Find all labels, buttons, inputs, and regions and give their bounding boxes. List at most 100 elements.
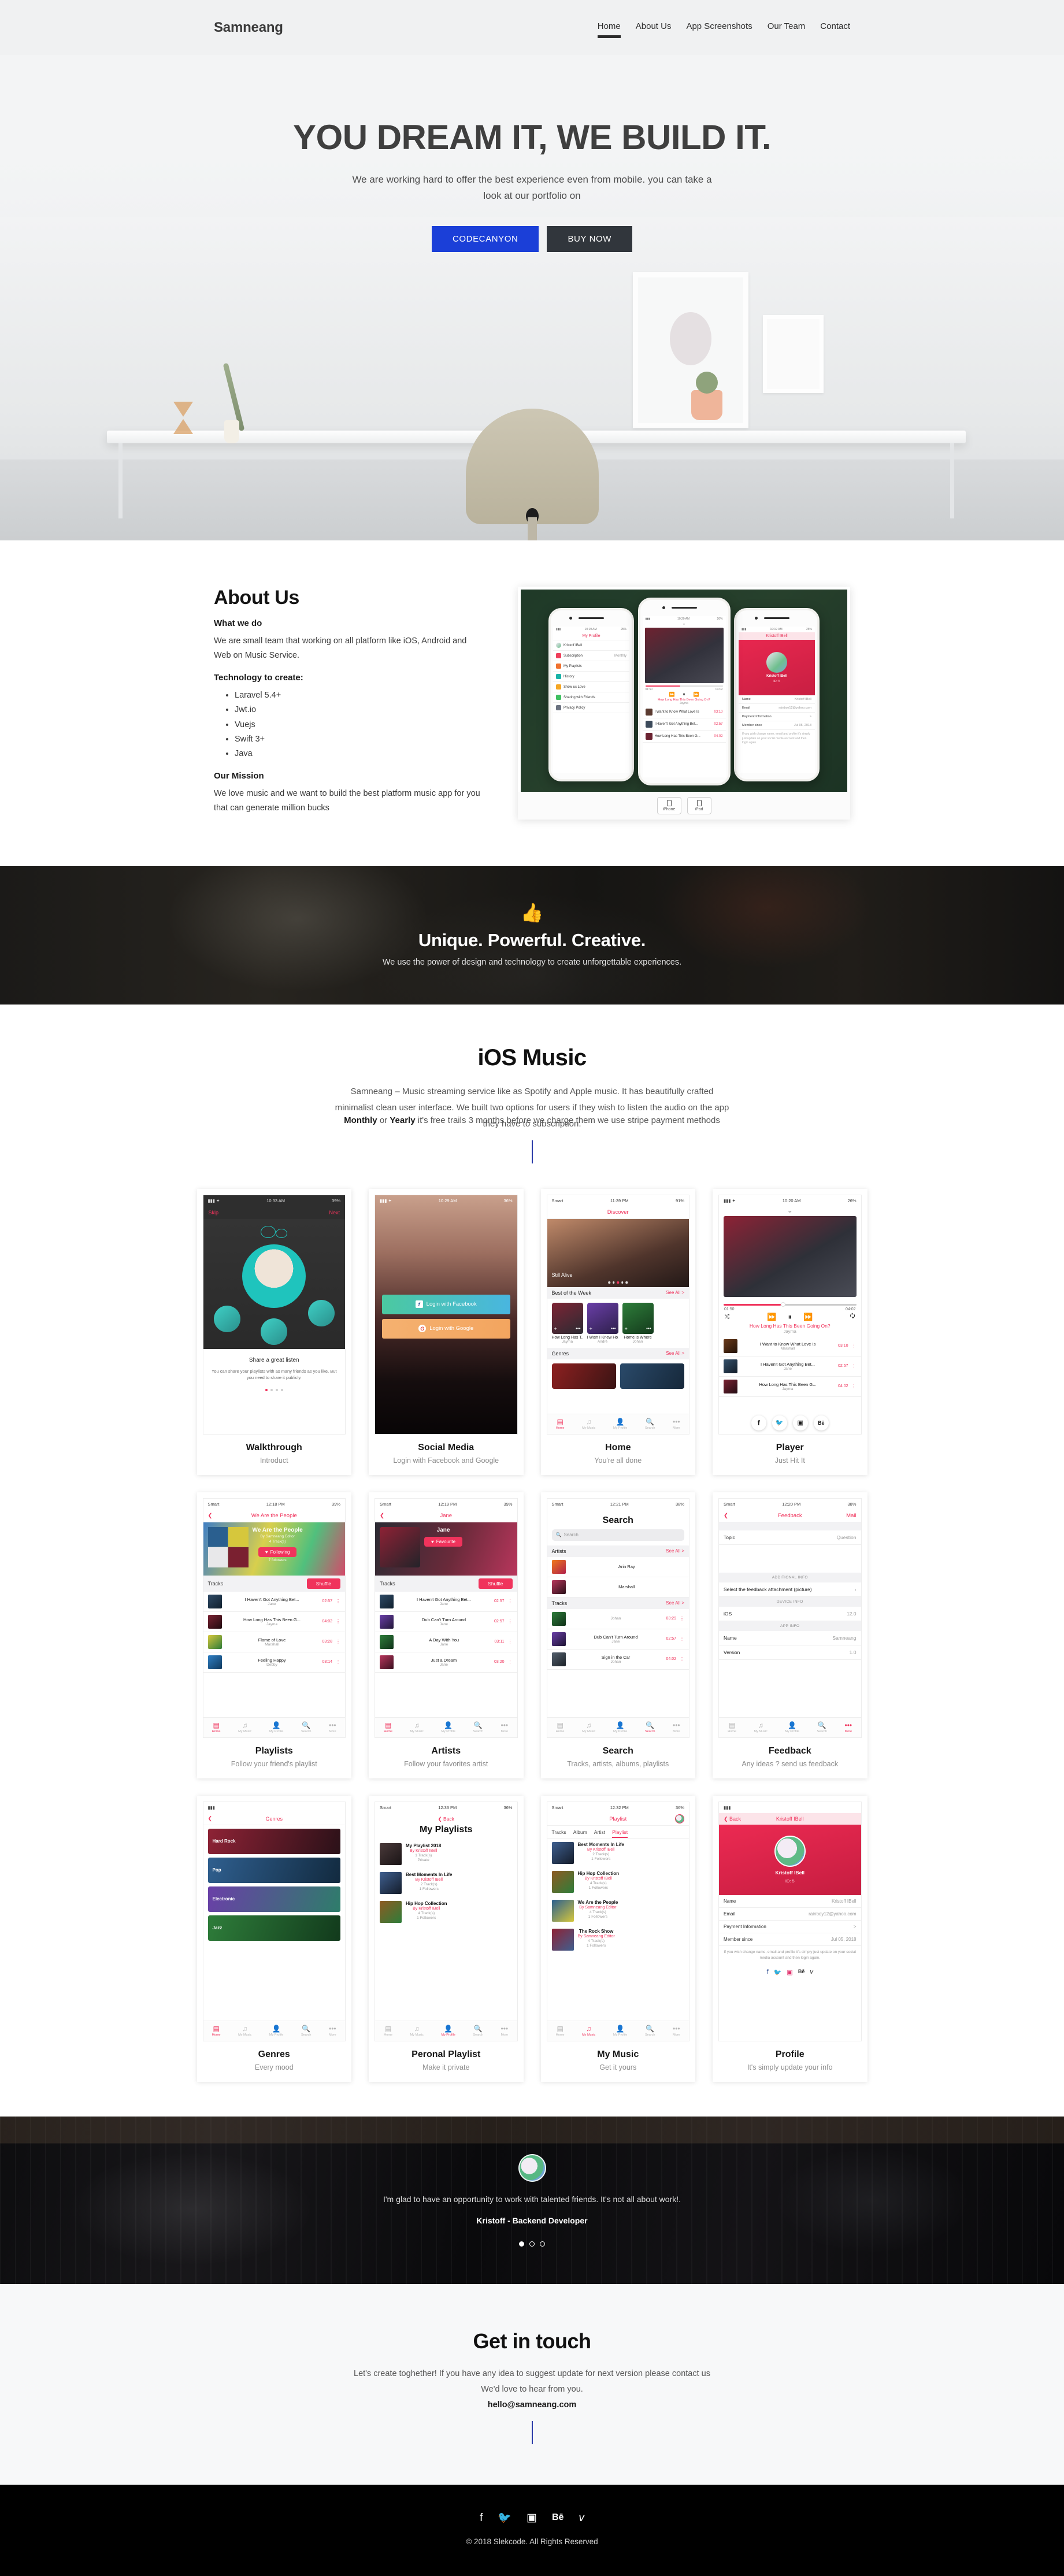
facebook-icon[interactable]: f xyxy=(751,1415,766,1430)
back-icon[interactable]: ❮ xyxy=(724,1513,728,1519)
twitter-icon[interactable]: 🐦 xyxy=(498,2512,511,2523)
following-button[interactable]: ♥ Following xyxy=(258,1547,297,1557)
list-item[interactable]: Hard Rock xyxy=(207,1828,340,1854)
tab-search[interactable]: 🔍 Search xyxy=(301,1721,311,1733)
screenshot-card-feedback[interactable]: Smart 12:20 PM 38% ❮ Feedback Mail Topic Qu… xyxy=(713,1492,867,1778)
repeat-icon[interactable]: 🗘 xyxy=(850,1312,855,1322)
tab-my-music[interactable]: ♫ My Music xyxy=(410,1721,424,1733)
dot[interactable] xyxy=(608,1281,610,1284)
list-item[interactable]: I Haven't Got Anything Bet... Jane 02:57 ⋮ xyxy=(203,1592,345,1612)
attachment-row[interactable]: Select the feedback attachment (picture)… xyxy=(719,1582,861,1597)
tab-my-music[interactable]: ♫ My Music xyxy=(582,2025,595,2037)
tab-home[interactable]: ▤ Home xyxy=(728,1721,736,1733)
back-button[interactable]: ❮ Back xyxy=(724,1816,741,1822)
tab-more[interactable]: ••• More xyxy=(673,2025,680,2037)
facebook-icon[interactable]: f xyxy=(767,1969,769,1976)
tab-search[interactable]: 🔍 Search xyxy=(645,1418,655,1430)
dot[interactable] xyxy=(540,2241,545,2247)
list-item[interactable]: I Haven't Got Anything Bet... Jane 02:57 ⋮ xyxy=(375,1592,517,1612)
more-icon[interactable]: ⋮ xyxy=(852,1363,857,1369)
list-item[interactable]: I Want to Know What Love Is Marshall 03:10… xyxy=(719,1336,861,1356)
tab-more[interactable]: ••• More xyxy=(673,1721,680,1733)
genre-tile[interactable] xyxy=(551,1363,616,1389)
tab-search[interactable]: 🔍 Search xyxy=(645,2025,655,2037)
screenshot-card-genres[interactable]: ▮▮▮ ❮ Genres Hard Rock Pop Electronic Jaz… xyxy=(197,1795,351,2082)
shuffle-button[interactable]: Shuffle xyxy=(479,1578,513,1589)
facebook-icon[interactable]: f xyxy=(480,2512,483,2523)
dot[interactable] xyxy=(275,1389,278,1392)
featured-banner[interactable]: Still Alive xyxy=(547,1218,689,1287)
nav-link-contact[interactable]: Contact xyxy=(820,21,850,34)
list-item[interactable]: How Long Has This Been G... Jayma 04:02 ⋮ xyxy=(719,1377,861,1397)
screenshot-card-artists[interactable]: Smart 12:19 PM 39% ❮ Jane Jane ♥ Favourite xyxy=(369,1492,524,1778)
pause-icon[interactable]: ⏸ xyxy=(683,692,685,698)
list-item[interactable]: Flame of Love Marshall 03:28 ⋮ xyxy=(203,1632,345,1652)
forward-icon[interactable]: ⏩ xyxy=(803,1313,813,1322)
behance-icon[interactable]: Bē xyxy=(798,1969,805,1976)
login-facebook-button[interactable]: f Login with Facebook xyxy=(382,1294,510,1314)
nav-link-home[interactable]: Home xyxy=(597,21,621,38)
more-icon[interactable]: ⋮ xyxy=(508,1619,513,1624)
iphone-toggle-button[interactable]: iPhone xyxy=(657,797,681,814)
tab-search[interactable]: 🔍 Search xyxy=(301,2025,311,2037)
list-item[interactable]: Dub Can't Turn Around Jane 02:57 ⋮ xyxy=(375,1612,517,1632)
add-icon[interactable]: + xyxy=(590,1326,592,1332)
dot-active[interactable] xyxy=(265,1389,268,1392)
list-item[interactable]: Feeling Happy Debby 03:14 ⋮ xyxy=(203,1652,345,1673)
tile[interactable]: + ••• I Wish I Knew Ho... André xyxy=(587,1302,618,1344)
more-icon[interactable]: ⋮ xyxy=(336,1659,340,1665)
tab-home[interactable]: ▤ Home xyxy=(556,2025,565,2037)
favourite-button[interactable]: ♥ Favourite xyxy=(424,1536,463,1547)
list-item[interactable]: How Long Has This Been G... Jayma 04:02 ⋮ xyxy=(203,1612,345,1632)
contact-email[interactable]: hello@samneang.com xyxy=(0,2400,1064,2410)
see-all-link[interactable]: See All > xyxy=(666,1290,684,1295)
list-item[interactable]: Dub Can't Turn Around Jane 02:57 ⋮ xyxy=(547,1629,689,1650)
list-item[interactable]: Sign in the Car Johan 04:02 ⋮ xyxy=(547,1650,689,1670)
back-icon[interactable]: ❮ xyxy=(208,1815,213,1822)
progress-bar[interactable] xyxy=(724,1302,857,1307)
tab-artist[interactable]: Artist xyxy=(594,1829,605,1838)
list-item[interactable]: I Haven't Got Anything Bet... Jane 02:57 ⋮ xyxy=(719,1356,861,1377)
dot[interactable] xyxy=(280,1389,283,1392)
player-controls[interactable]: ⏩ ⏸ ⏩ xyxy=(643,691,726,698)
tab-my-profile[interactable]: 👤 My Profile xyxy=(785,1721,799,1733)
screenshot-card-search[interactable]: Smart 12:21 PM 38% Search 🔍 Search Artist… xyxy=(540,1492,695,1778)
tab-home[interactable]: ▤ Home xyxy=(212,2025,221,2037)
dot-active[interactable] xyxy=(519,2241,524,2247)
search-input[interactable]: 🔍 Search xyxy=(551,1529,684,1541)
list-item[interactable]: Hip Hop Collection By Kristoff IBell 4 Tra… xyxy=(547,1867,689,1896)
tab-my-profile[interactable]: 👤 My Profile xyxy=(613,1721,627,1733)
list-item[interactable]: Johan 03:29 ⋮ xyxy=(547,1609,689,1629)
tile[interactable]: + ••• Home is Where Johan xyxy=(622,1302,654,1344)
skip-button[interactable]: Skip xyxy=(209,1210,219,1215)
codecanyon-button[interactable]: CODECANYON xyxy=(431,226,539,253)
dot[interactable] xyxy=(529,2241,535,2247)
more-icon[interactable]: ⋮ xyxy=(336,1599,340,1604)
tab-my-profile[interactable]: 👤 My Profile xyxy=(441,2025,455,2037)
list-item[interactable]: The Rock Show By Samneang Editor 4 Track(s… xyxy=(547,1925,689,1954)
vimeo-icon[interactable]: v xyxy=(579,2512,584,2523)
more-icon[interactable]: ••• xyxy=(646,1326,651,1331)
screenshot-card-social-media[interactable]: ▮▮▮ ✦ 10:29 AM 36% f Login with Facebook … xyxy=(369,1188,524,1475)
dot[interactable] xyxy=(270,1389,273,1392)
more-icon[interactable]: ••• xyxy=(576,1326,580,1331)
tab-search[interactable]: 🔍 Search xyxy=(817,1721,826,1733)
tab-search[interactable]: 🔍 Search xyxy=(473,1721,483,1733)
more-icon[interactable]: ⋮ xyxy=(336,1619,340,1624)
tab-album[interactable]: Album xyxy=(573,1829,587,1838)
tab-my-music[interactable]: ♫ My Music xyxy=(410,2025,424,2037)
tab-my-music[interactable]: ♫ My Music xyxy=(238,2025,251,2037)
tab-search[interactable]: 🔍 Search xyxy=(473,2025,483,2037)
behance-icon[interactable]: Bē xyxy=(552,2513,563,2522)
more-icon[interactable]: ⋮ xyxy=(680,1656,684,1662)
see-all-link[interactable]: See All > xyxy=(666,1548,684,1554)
tab-my-music[interactable]: ♫ My Music xyxy=(582,1418,595,1430)
tab-my-music[interactable]: ♫ My Music xyxy=(238,1721,251,1733)
nav-link-about-us[interactable]: About Us xyxy=(636,21,672,34)
list-item[interactable]: We Are the People By Samneang Editor 4 Tra… xyxy=(547,1896,689,1925)
chevron-down-icon[interactable]: ⌄ xyxy=(719,1206,861,1214)
screenshot-card-personal-playlist[interactable]: Smart 12:33 PM 36% ❮ Back My Playlists M… xyxy=(369,1795,524,2082)
back-icon[interactable]: ❮ xyxy=(380,1513,384,1519)
instagram-icon[interactable]: ▣ xyxy=(792,1415,808,1430)
shuffle-button[interactable]: Shuffle xyxy=(306,1578,340,1589)
